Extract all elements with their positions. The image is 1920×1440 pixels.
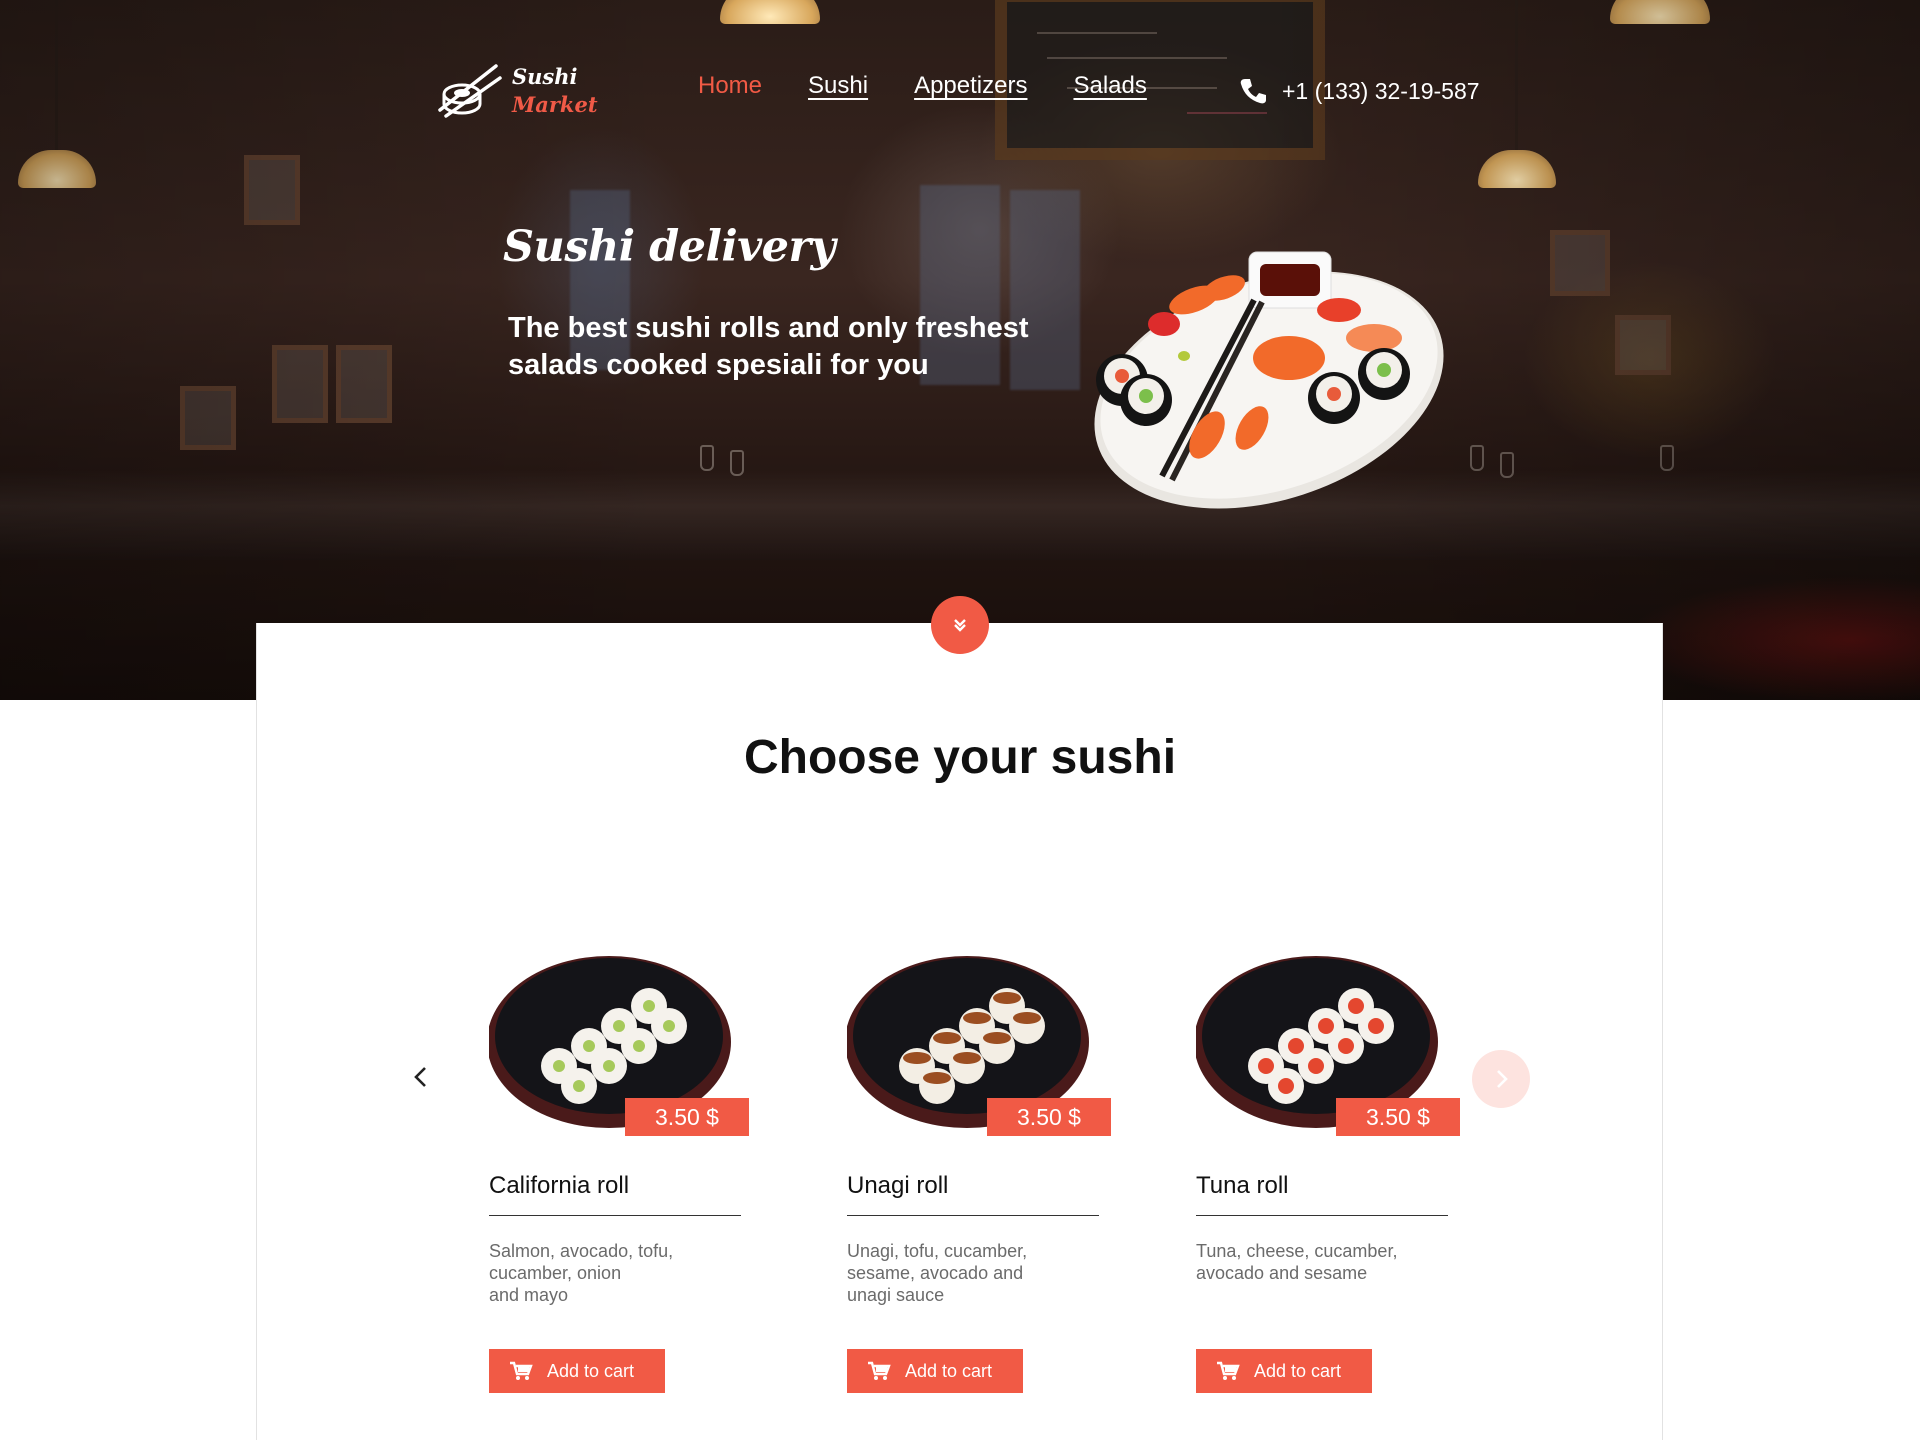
brand-name-line1: Sushi: [512, 64, 578, 89]
add-to-cart-label: Add to cart: [1254, 1360, 1342, 1381]
carousel-next-button[interactable]: [1472, 1050, 1530, 1108]
section-title: Choose your sushi: [743, 731, 1177, 784]
brand-name-line2: Market: [512, 92, 598, 117]
price-badge: 3.50 $: [987, 1098, 1111, 1136]
product-description: Tuna, cheese, cucamber, avocado and sesa…: [1196, 1241, 1398, 1283]
nav-item-sushi[interactable]: Sushi: [808, 72, 868, 100]
phone-icon: [1240, 79, 1266, 104]
add-to-cart-label: Add to cart: [905, 1360, 993, 1381]
divider: [489, 1215, 741, 1216]
scroll-down-button[interactable]: [931, 596, 989, 654]
sushi-chopsticks-icon: [438, 64, 502, 118]
cart-icon: [1217, 1361, 1240, 1380]
phone-number: +1 (133) 32-19-587: [1282, 77, 1480, 104]
add-to-cart-button[interactable]: Add to cart: [1196, 1349, 1372, 1393]
brand-logo[interactable]: Sushi Market: [436, 60, 598, 122]
product-card: 3.50 $ California roll Salmon, avocado, …: [489, 940, 759, 1400]
nav-item-appetizers[interactable]: Appetizers: [914, 72, 1027, 100]
nav-item-salads[interactable]: Salads: [1073, 72, 1146, 100]
divider: [847, 1215, 1099, 1216]
sushi-platter-image: [1094, 251, 1444, 509]
price-badge: 3.50 $: [625, 1098, 749, 1136]
add-to-cart-label: Add to cart: [547, 1360, 635, 1381]
product-card: 3.50 $ Unagi roll Unagi, tofu, cucamber,…: [847, 940, 1117, 1400]
phone-contact[interactable]: +1 (133) 32-19-587: [1238, 76, 1480, 106]
hero-subtitle: The best sushi rolls and only freshest s…: [508, 312, 1029, 381]
price-badge: 3.50 $: [1336, 1098, 1460, 1136]
divider: [1196, 1215, 1448, 1216]
chevron-left-icon[interactable]: [404, 1060, 438, 1094]
cart-icon: [510, 1361, 533, 1380]
product-description: Unagi, tofu, cucamber, sesame, avocado a…: [847, 1241, 1028, 1305]
add-to-cart-button[interactable]: Add to cart: [847, 1349, 1023, 1393]
product-description: Salmon, avocado, tofu, cucamber, onion a…: [489, 1241, 674, 1305]
cart-icon: [868, 1361, 891, 1380]
chevron-right-icon: [1497, 1070, 1508, 1088]
main-nav: Home Sushi Appetizers Salads: [698, 72, 1147, 100]
add-to-cart-button[interactable]: Add to cart: [489, 1349, 665, 1393]
hero-title: Sushi delivery: [503, 222, 836, 272]
product-name: Unagi roll: [847, 1172, 949, 1199]
chevron-double-down-icon: [954, 619, 966, 632]
hero-section: Sushi Market Home Sushi Appetizers Salad…: [0, 0, 1920, 700]
product-name: California roll: [489, 1172, 630, 1199]
product-card: 3.50 $ Tuna roll Tuna, cheese, cucamber,…: [1196, 940, 1466, 1400]
product-name: Tuna roll: [1196, 1172, 1289, 1199]
nav-item-home[interactable]: Home: [698, 72, 762, 100]
